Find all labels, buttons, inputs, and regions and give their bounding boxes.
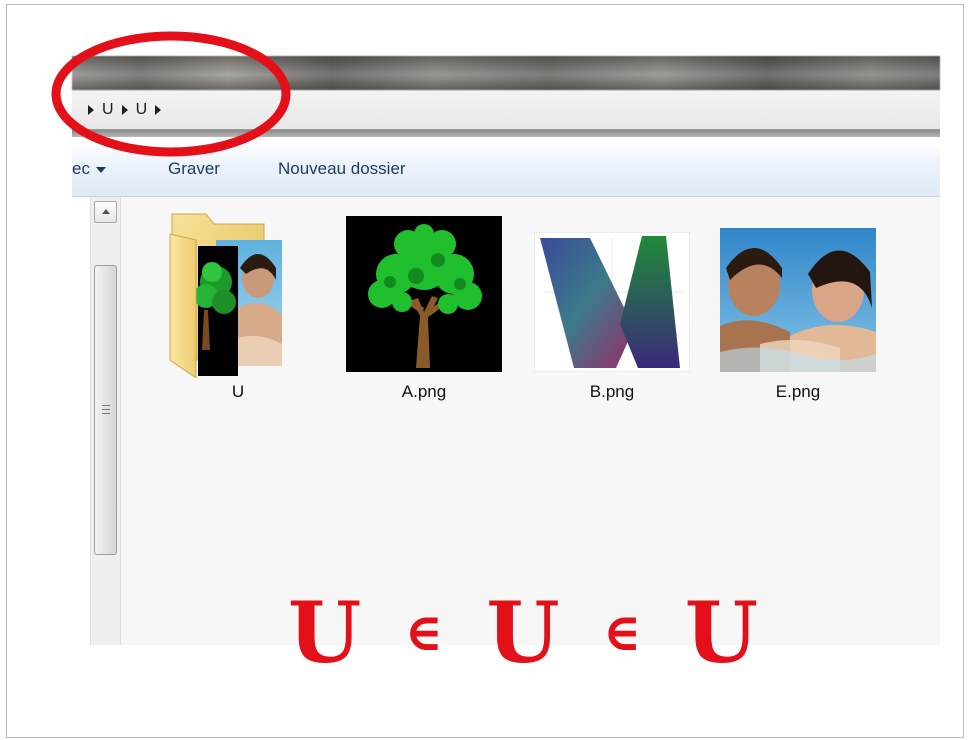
navigation-pane-edge [72, 197, 90, 645]
share-with-menu[interactable]: ec [72, 159, 106, 179]
file-item-a-png[interactable] [346, 216, 502, 376]
scroll-up-button[interactable] [94, 201, 117, 223]
file-name-label: E.png [775, 382, 821, 401]
file-name-label: B.png [589, 382, 635, 401]
file-item-e-png[interactable] [720, 228, 876, 376]
file-item-u[interactable] [166, 210, 286, 382]
photo-image [720, 228, 876, 372]
burn-button[interactable]: Graver [168, 159, 220, 179]
vertical-scrollbar[interactable] [90, 197, 121, 645]
new-folder-button[interactable]: Nouveau dossier [278, 159, 406, 179]
tree-image [346, 216, 502, 372]
equation-set-u: U [288, 583, 362, 682]
chevron-down-icon [95, 166, 106, 173]
element-of-symbol: ∈ [404, 602, 444, 663]
file-name-label: A.png [401, 382, 447, 401]
membership-equation: U ∈ U ∈ U [288, 588, 758, 678]
scrollbar-grip-icon [102, 405, 110, 414]
share-with-label: ec [72, 159, 90, 178]
scrollbar-thumb[interactable] [94, 265, 117, 555]
equation-set-u: U [486, 583, 560, 682]
folder-icon [169, 213, 282, 379]
highlight-ellipse-icon [51, 31, 291, 157]
element-of-symbol: ∈ [602, 602, 642, 663]
equation-set-u: U [684, 583, 758, 682]
gradient-image [533, 231, 691, 373]
file-name-label: U [231, 382, 245, 401]
file-item-b-png[interactable] [533, 231, 691, 376]
